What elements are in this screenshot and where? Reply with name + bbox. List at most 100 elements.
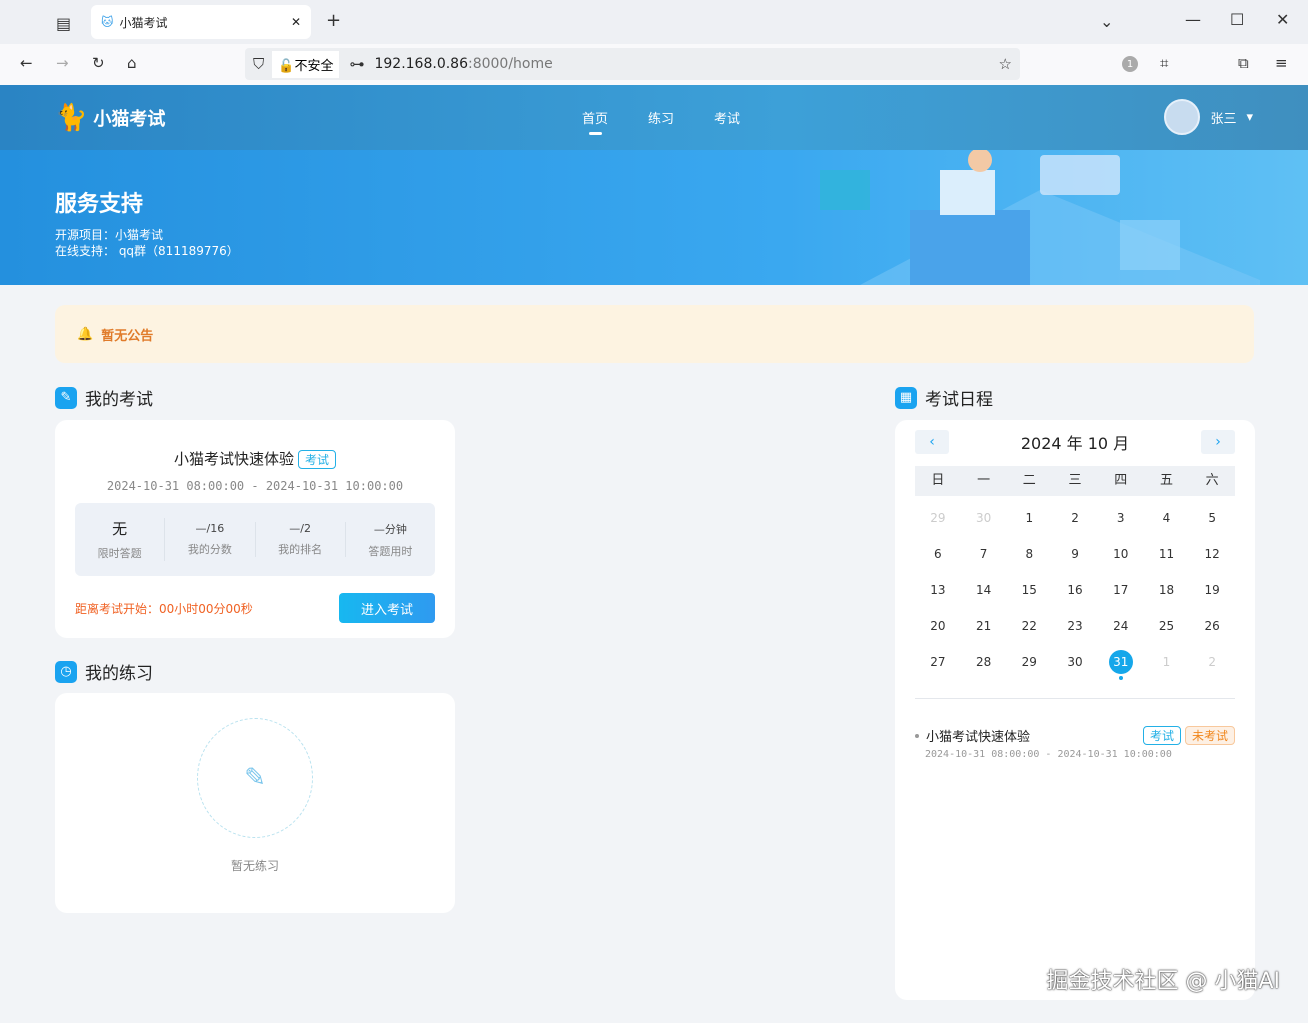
- calendar-day[interactable]: 20: [915, 608, 961, 644]
- crop-icon[interactable]: ⌗: [1160, 54, 1168, 72]
- schedule-heading: ▦考试日程: [895, 385, 993, 410]
- stat-label: 我的分数: [165, 541, 254, 557]
- calendar-month: 2024 年 10 月: [1021, 430, 1129, 454]
- browser-tab[interactable]: 🐱 小猫考试 ✕: [91, 5, 311, 39]
- calendar-day[interactable]: 25: [1144, 608, 1190, 644]
- calendar-day[interactable]: 6: [915, 536, 961, 572]
- calendar-day[interactable]: 12: [1189, 536, 1235, 572]
- tab-favicon-icon: 🐱: [101, 15, 114, 29]
- home-icon[interactable]: ⌂: [127, 54, 137, 72]
- exam-countdown: 距离考试开始：00小时00分00秒: [75, 600, 253, 617]
- weekday-label: 四: [1098, 466, 1144, 496]
- close-tab-icon[interactable]: ✕: [291, 15, 301, 29]
- day-number: 8: [1025, 547, 1033, 561]
- avatar: [1164, 99, 1200, 135]
- calendar-day[interactable]: 28: [961, 644, 1007, 680]
- weekday-label: 一: [961, 466, 1007, 496]
- nav-exam[interactable]: 考试: [714, 108, 740, 127]
- calendar-day[interactable]: 21: [961, 608, 1007, 644]
- calendar-day[interactable]: 2: [1052, 500, 1098, 536]
- minimize-icon[interactable]: —: [1185, 10, 1201, 29]
- day-number: 11: [1159, 547, 1174, 561]
- calendar-day[interactable]: 13: [915, 572, 961, 608]
- weekday-label: 三: [1052, 466, 1098, 496]
- stat-duration: —分钟答题用时: [346, 521, 435, 559]
- menu-icon[interactable]: ≡: [1275, 54, 1288, 72]
- bookmark-star-icon[interactable]: ☆: [999, 55, 1012, 73]
- day-number: 26: [1205, 619, 1220, 633]
- practice-empty-text: 暂无练习: [55, 857, 455, 874]
- reload-icon[interactable]: ↻: [92, 54, 105, 72]
- url-host: 192.168.0.86: [374, 56, 468, 72]
- calendar-day[interactable]: 4: [1144, 500, 1190, 536]
- calendar-day[interactable]: 30: [961, 500, 1007, 536]
- weekday-label: 六: [1189, 466, 1235, 496]
- day-number: 27: [930, 655, 945, 669]
- day-number: 20: [930, 619, 945, 633]
- exam-name[interactable]: 小猫考试快速体验: [174, 450, 294, 468]
- calendar-day[interactable]: 29: [915, 500, 961, 536]
- day-number: 12: [1205, 547, 1220, 561]
- calendar-day[interactable]: 1: [1144, 644, 1190, 680]
- calendar-day[interactable]: 17: [1098, 572, 1144, 608]
- day-number: 6: [934, 547, 942, 561]
- day-number: 16: [1067, 583, 1082, 597]
- calendar-day[interactable]: 29: [1006, 644, 1052, 680]
- back-icon[interactable]: ←: [20, 54, 33, 72]
- day-number: 31: [1113, 655, 1128, 669]
- day-number: 14: [976, 583, 991, 597]
- day-number: 19: [1205, 583, 1220, 597]
- calendar-day[interactable]: 5: [1189, 500, 1235, 536]
- calendar-day[interactable]: 26: [1189, 608, 1235, 644]
- new-tab-icon[interactable]: +: [326, 10, 341, 31]
- shield-icon[interactable]: ⛉: [253, 55, 264, 73]
- next-month-icon[interactable]: ›: [1201, 430, 1235, 454]
- forward-icon[interactable]: →: [56, 54, 69, 72]
- address-bar[interactable]: ⛉ 🔓不安全 ⊶ 192.168.0.86:8000/home ☆: [245, 48, 1020, 80]
- calendar-day[interactable]: 24: [1098, 608, 1144, 644]
- schedule-status-tag: 未考试: [1185, 726, 1235, 745]
- calendar-day[interactable]: 23: [1052, 608, 1098, 644]
- calendar-day[interactable]: 11: [1144, 536, 1190, 572]
- tab-overview-icon[interactable]: ▤: [56, 14, 71, 33]
- insecure-badge[interactable]: 🔓不安全: [272, 51, 339, 78]
- brand-logo[interactable]: 🐈小猫考试: [55, 103, 165, 133]
- exam-stats: 无限时答题 —/16我的分数 —/2我的排名 —分钟答题用时: [75, 503, 435, 576]
- user-menu[interactable]: 张三▾: [1164, 99, 1253, 135]
- prev-month-icon[interactable]: ‹: [915, 430, 949, 454]
- banner: 服务支持 开源项目：小猫考试 在线支持： qq群（811189776）: [0, 150, 1308, 285]
- nav-home[interactable]: 首页: [582, 108, 608, 127]
- day-number: 3: [1117, 511, 1125, 525]
- maximize-icon[interactable]: ☐: [1230, 10, 1244, 29]
- enter-exam-button[interactable]: 进入考试: [339, 593, 435, 623]
- practice-clock-icon: ◷: [55, 661, 77, 683]
- schedule-item[interactable]: 小猫考试快速体验 考试未考试 2024-10-31 08:00:00 - 202…: [915, 726, 1235, 760]
- calendar-day[interactable]: 8: [1006, 536, 1052, 572]
- calendar-day[interactable]: 10: [1098, 536, 1144, 572]
- calendar-day[interactable]: 16: [1052, 572, 1098, 608]
- exam-pen-icon: ✎: [55, 387, 77, 409]
- calendar-day[interactable]: 18: [1144, 572, 1190, 608]
- calendar-day[interactable]: 3: [1098, 500, 1144, 536]
- calendar-day[interactable]: 30: [1052, 644, 1098, 680]
- calendar-day[interactable]: 27: [915, 644, 961, 680]
- calendar-day[interactable]: 2: [1189, 644, 1235, 680]
- calendar-day-today[interactable]: 31: [1098, 644, 1144, 680]
- main-nav: 首页 练习 考试: [582, 108, 740, 127]
- calendar-day[interactable]: 7: [961, 536, 1007, 572]
- calendar-day[interactable]: 15: [1006, 572, 1052, 608]
- key-icon[interactable]: ⊶: [349, 55, 364, 73]
- calendar-day[interactable]: 14: [961, 572, 1007, 608]
- calendar-day[interactable]: 9: [1052, 536, 1098, 572]
- nav-practice[interactable]: 练习: [648, 108, 674, 127]
- calendar-day[interactable]: 19: [1189, 572, 1235, 608]
- extension-badge-icon[interactable]: 1: [1122, 56, 1138, 72]
- stat-label: 限时答题: [75, 545, 164, 561]
- tab-list-icon[interactable]: ⌄: [1100, 12, 1113, 31]
- calendar-day[interactable]: 1: [1006, 500, 1052, 536]
- calendar-day[interactable]: 22: [1006, 608, 1052, 644]
- extensions-icon[interactable]: ⧉: [1238, 54, 1249, 72]
- my-practice-title: 我的练习: [85, 659, 153, 684]
- day-number: 22: [1022, 619, 1037, 633]
- close-window-icon[interactable]: ✕: [1276, 10, 1289, 29]
